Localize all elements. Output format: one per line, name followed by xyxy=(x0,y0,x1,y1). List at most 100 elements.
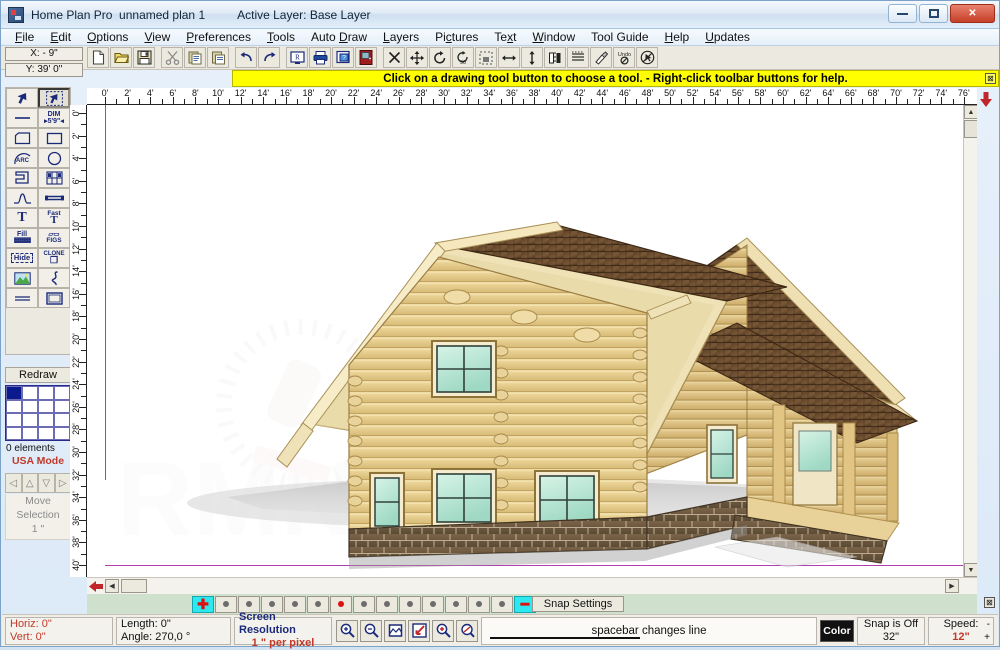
line-weight-option[interactable] xyxy=(445,595,467,613)
menu-item-tools[interactable]: Tools xyxy=(259,29,303,45)
freehand-tool[interactable] xyxy=(38,268,70,288)
print-icon[interactable] xyxy=(309,47,331,68)
color-swatch[interactable] xyxy=(6,399,22,413)
move-down-button[interactable]: ▽ xyxy=(38,473,55,493)
menu-item-pictures[interactable]: Pictures xyxy=(427,29,486,45)
open-folder-icon[interactable] xyxy=(110,47,132,68)
line-weight-option[interactable] xyxy=(215,595,237,613)
color-swatch[interactable] xyxy=(38,426,54,440)
line-weight-option[interactable] xyxy=(261,595,283,613)
rectangle-tool[interactable] xyxy=(38,128,70,148)
curve-tool[interactable] xyxy=(6,188,38,208)
color-button[interactable]: Color xyxy=(820,619,854,642)
color-swatch[interactable] xyxy=(38,413,54,427)
window-tool[interactable] xyxy=(38,168,70,188)
menu-item-layers[interactable]: Layers xyxy=(375,29,427,45)
line-weight-option[interactable] xyxy=(376,595,398,613)
scroll-up-button[interactable]: ▲ xyxy=(964,105,977,119)
hide-tool[interactable]: Hide xyxy=(6,248,38,268)
color-swatch[interactable] xyxy=(6,413,22,427)
zoom-fit-page-icon[interactable] xyxy=(384,619,406,642)
scroll-left-button[interactable]: ◀ xyxy=(105,579,119,593)
clone-tool[interactable]: CLONE ❐ xyxy=(38,248,70,268)
color-swatch[interactable] xyxy=(22,399,38,413)
strip-close-button[interactable]: ⊠ xyxy=(984,597,995,608)
zoom-previous-icon[interactable] xyxy=(456,619,478,642)
box-tool[interactable] xyxy=(38,288,70,308)
circle-tool[interactable] xyxy=(38,148,70,168)
redo-icon[interactable] xyxy=(258,47,280,68)
menu-item-preferences[interactable]: Preferences xyxy=(178,29,259,45)
redraw-button[interactable]: Redraw xyxy=(5,367,71,383)
color-swatch[interactable] xyxy=(54,386,70,400)
menu-item-help[interactable]: Help xyxy=(657,29,698,45)
close-button[interactable]: ✕ xyxy=(950,4,995,23)
copy-icon[interactable] xyxy=(184,47,206,68)
menu-item-options[interactable]: Options xyxy=(79,29,136,45)
move-up-button[interactable]: △ xyxy=(21,473,38,493)
speed-decrease-button[interactable]: - xyxy=(987,619,990,630)
line-weight-option[interactable] xyxy=(399,595,421,613)
save-disk-icon[interactable] xyxy=(133,47,155,68)
paint-icon[interactable] xyxy=(590,47,612,68)
maximize-button[interactable] xyxy=(919,4,948,23)
picture-tool[interactable] xyxy=(6,268,38,288)
color-swatch[interactable] xyxy=(54,426,70,440)
menu-item-tool-guide[interactable]: Tool Guide xyxy=(583,29,656,45)
color-swatch[interactable] xyxy=(6,426,22,440)
vertical-scroll-thumb[interactable] xyxy=(964,120,977,138)
canvas-vertical-scrollbar[interactable]: ▲ ▼ xyxy=(963,105,977,577)
canvas-horizontal-scrollbar[interactable]: ◀ ▶ xyxy=(87,577,977,594)
zoom-window-icon[interactable] xyxy=(408,619,430,642)
move-icon[interactable] xyxy=(406,47,428,68)
mirror-icon[interactable] xyxy=(544,47,566,68)
line-tool[interactable] xyxy=(6,108,38,128)
line-style-preview[interactable]: spacebar changes line xyxy=(481,616,817,645)
scroll-right-button[interactable]: ▶ xyxy=(945,579,959,593)
arc-tool[interactable]: ARC xyxy=(6,148,38,168)
snap-settings-button[interactable]: Snap Settings xyxy=(532,596,624,612)
jump-left-arrow-icon[interactable] xyxy=(89,579,103,593)
speed-readout[interactable]: Speed: 12" - + xyxy=(928,616,994,645)
text-tool[interactable]: T xyxy=(6,208,38,228)
rotate-icon[interactable] xyxy=(429,47,451,68)
snap-readout[interactable]: Snap is Off 32" xyxy=(857,616,925,645)
redraw-screen-icon[interactable]: R xyxy=(286,47,308,68)
line-weight-option[interactable] xyxy=(284,595,306,613)
color-swatch[interactable] xyxy=(54,413,70,427)
hint-close-button[interactable]: ⊠ xyxy=(985,73,996,84)
stretch-horizontal-icon[interactable] xyxy=(498,47,520,68)
align-icon[interactable] xyxy=(567,47,589,68)
line-weight-option[interactable] xyxy=(353,595,375,613)
minimize-button[interactable] xyxy=(888,4,917,23)
print-preview-help-icon[interactable]: ? xyxy=(332,47,354,68)
menu-item-view[interactable]: View xyxy=(136,29,178,45)
drawing-canvas[interactable]: RMNT xyxy=(87,105,977,577)
zoom-selection-icon[interactable] xyxy=(432,619,454,642)
color-swatch[interactable] xyxy=(22,426,38,440)
jump-down-arrow-icon[interactable] xyxy=(979,91,993,107)
no-select-icon[interactable] xyxy=(636,47,658,68)
new-file-icon[interactable] xyxy=(87,47,109,68)
select-area-tool[interactable] xyxy=(38,88,70,108)
menu-item-file[interactable]: File xyxy=(7,29,42,45)
fast-text-tool[interactable]: Fast T xyxy=(38,208,70,228)
stretch-vertical-icon[interactable] xyxy=(521,47,543,68)
scroll-down-button[interactable]: ▼ xyxy=(964,563,977,577)
undo-last-icon[interactable]: Undo xyxy=(613,47,635,68)
color-swatch[interactable] xyxy=(22,413,38,427)
menu-item-updates[interactable]: Updates xyxy=(697,29,758,45)
figures-tool[interactable]: ▱▭ FIGS xyxy=(38,228,70,248)
menu-item-window[interactable]: Window xyxy=(524,29,583,45)
menu-item-auto-draw[interactable]: Auto Draw xyxy=(303,29,375,45)
color-swatch[interactable] xyxy=(54,399,70,413)
paste-icon[interactable] xyxy=(207,47,229,68)
move-right-button[interactable]: ▷ xyxy=(54,473,71,493)
line-weight-option[interactable] xyxy=(238,595,260,613)
line-weight-increase-button[interactable]: ✚ xyxy=(192,595,214,613)
fill-tool[interactable]: Fill ▩▩▩ xyxy=(6,228,38,248)
wall-tool[interactable] xyxy=(6,168,38,188)
delete-x-icon[interactable] xyxy=(383,47,405,68)
undo-icon[interactable] xyxy=(235,47,257,68)
rotate-90-icon[interactable]: 90 xyxy=(452,47,474,68)
